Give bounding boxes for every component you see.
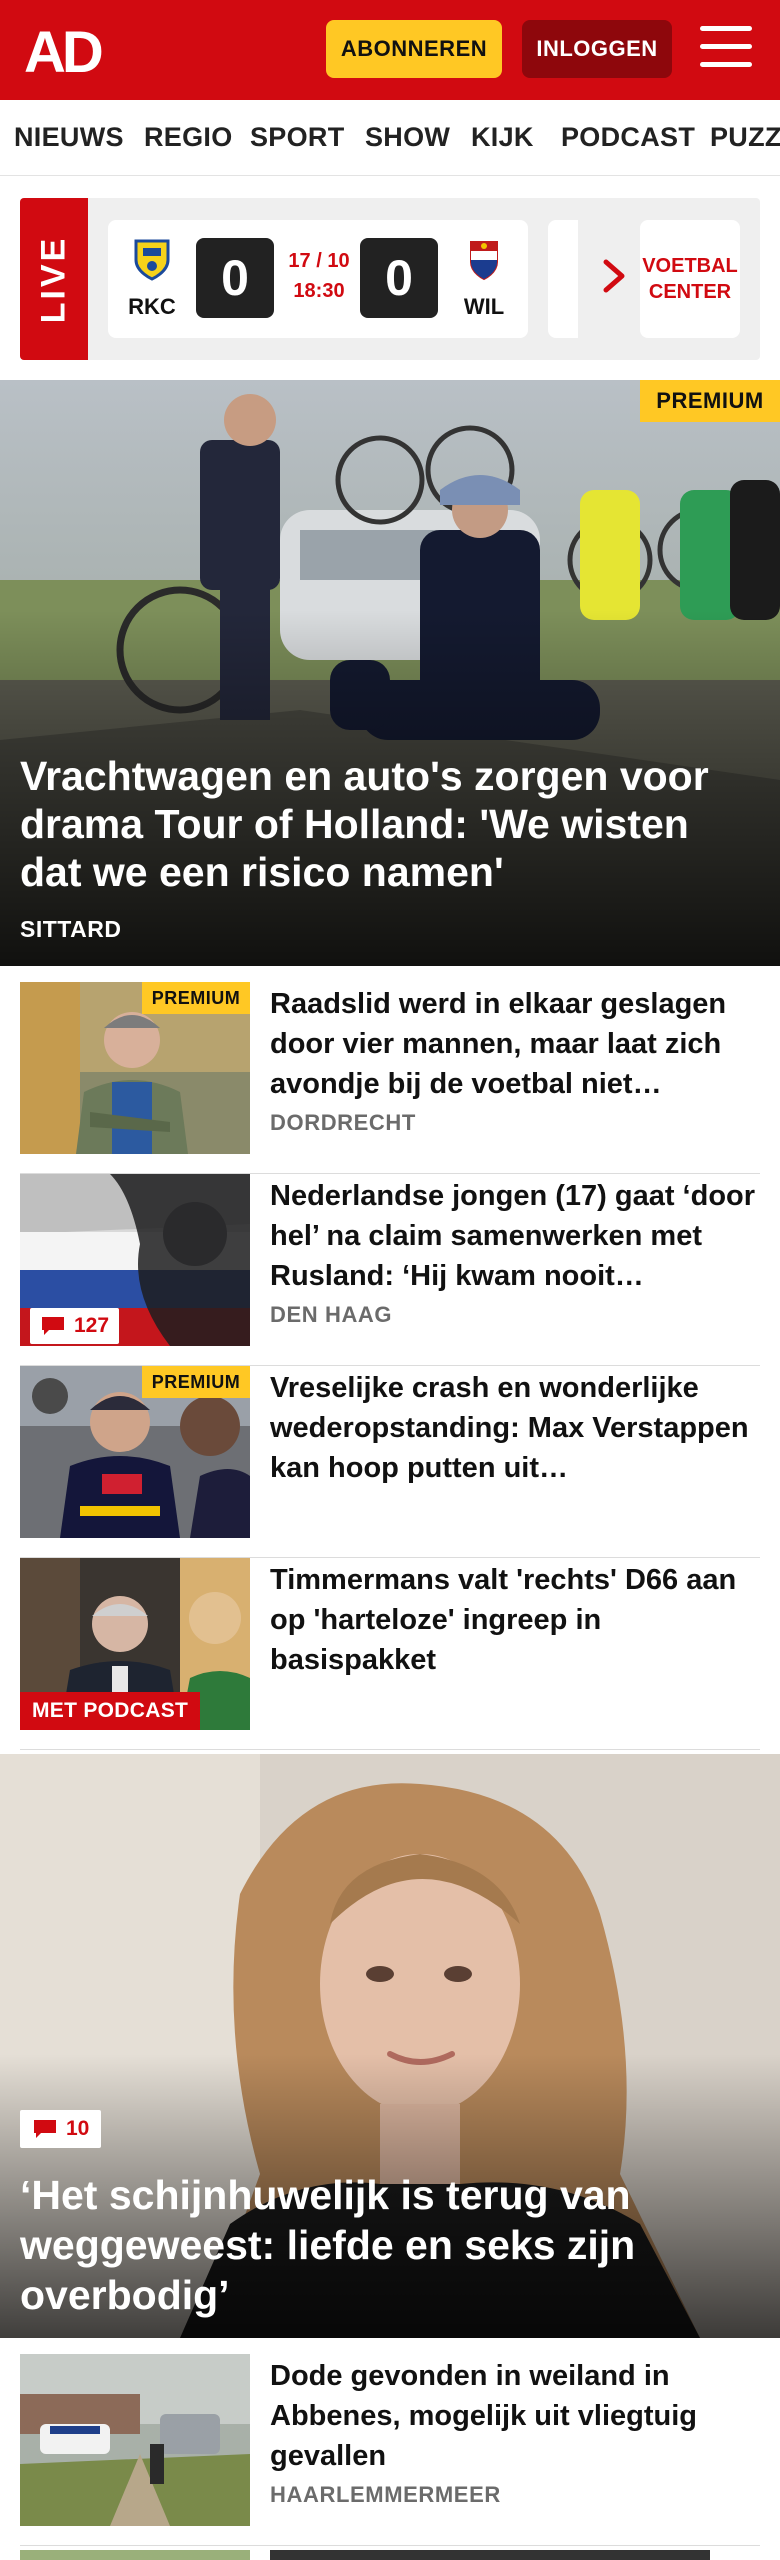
subscribe-button[interactable]: ABONNEREN	[326, 20, 502, 78]
nav-item-show[interactable]: SHOW	[365, 122, 450, 153]
article-location: HAARLEMMERMEER	[270, 2482, 501, 2507]
next-match-card[interactable]	[548, 220, 578, 338]
hero-article[interactable]: PREMIUM Vrachtwagen en auto's zorgen voo…	[0, 380, 780, 966]
main-nav: NIEUWS REGIO SPORT SHOW KIJK PODCAST PUZ…	[0, 100, 780, 176]
nav-item-regio[interactable]: REGIO	[144, 122, 233, 153]
chevron-right-icon[interactable]	[594, 256, 634, 296]
nav-item-sport[interactable]: SPORT	[250, 122, 345, 153]
match-date: 17 / 10	[288, 250, 350, 272]
hero-location: SITTARD	[20, 916, 122, 942]
article-title[interactable]: Vreselijke crash en wonderlijke wederops…	[270, 1368, 760, 1488]
login-button[interactable]: INLOGGEN	[522, 20, 672, 78]
comment-count-badge[interactable]: 10	[20, 2110, 102, 2148]
match-card[interactable]: RKC 0 17 / 10 18:30 0 WIL	[108, 220, 528, 338]
logo-text: AD	[24, 22, 102, 78]
nav-item-podcast[interactable]: PODCAST	[561, 122, 695, 153]
nav-item-nieuws[interactable]: NIEUWS	[14, 122, 124, 153]
list-item[interactable]: PREMIUM Raadslid werd in elkaar geslagen…	[20, 982, 760, 1174]
live-scores-strip: LIVE RKC 0 17 / 10 18:30 0 WIL VOETBAL C…	[20, 198, 760, 360]
article-title[interactable]: Raadslid werd in elkaar geslagen door vi…	[270, 984, 760, 1104]
home-team: RKC	[122, 238, 182, 320]
list-item[interactable]: PREMIUM Vreselijke crash en wonderlijke …	[20, 1366, 760, 1558]
article-title[interactable]: Nederlandse jongen (17) gaat ‘door hel’ …	[270, 1176, 760, 1296]
article-title[interactable]: Timmermans valt 'rechts' D66 aan op 'har…	[270, 1560, 760, 1680]
away-team: WIL	[454, 238, 514, 320]
article-location: DEN HAAG	[270, 1302, 393, 1327]
premium-badge: PREMIUM	[142, 1366, 250, 1398]
rkc-crest-icon	[134, 239, 170, 281]
willem-ii-crest-icon	[470, 241, 498, 281]
comment-count: 127	[74, 1314, 110, 1337]
nav-item-puzzel[interactable]: PUZZ	[710, 122, 780, 153]
comment-count-badge[interactable]: 127	[30, 1308, 120, 1344]
match-time: 18:30	[293, 280, 345, 302]
podcast-badge: MET PODCAST	[20, 1692, 201, 1730]
hamburger-icon[interactable]	[700, 26, 752, 72]
nav-item-kijk[interactable]: KIJK	[471, 122, 534, 153]
list-item[interactable]: 127 Nederlandse jongen (17) gaat ‘door h…	[20, 1174, 760, 1366]
home-team-name: RKC	[128, 294, 176, 319]
comment-count: 10	[66, 2117, 90, 2140]
list-item[interactable]: Dode gevonden in weiland in Abbenes, mog…	[20, 2354, 760, 2546]
article-location: DORDRECHT	[270, 1110, 416, 1135]
article-thumbnail	[20, 2354, 250, 2526]
featured-article[interactable]: 10 ‘Het schijnhuwelijk is terug van wegg…	[0, 1754, 780, 2338]
live-label: LIVE	[34, 235, 73, 323]
comment-icon	[42, 1317, 64, 1335]
home-score: 0	[196, 238, 274, 318]
premium-badge: PREMIUM	[142, 982, 250, 1014]
premium-badge: PREMIUM	[640, 380, 780, 422]
featured-title[interactable]: ‘Het schijnhuwelijk is terug van weggewe…	[20, 2170, 760, 2320]
voetbal-center-link[interactable]: VOETBAL CENTER	[640, 220, 740, 338]
away-team-name: WIL	[463, 294, 505, 319]
site-header: AD ABONNEREN INLOGGEN	[0, 0, 780, 100]
article-title[interactable]: Dode gevonden in weiland in Abbenes, mog…	[270, 2356, 760, 2476]
comment-icon	[34, 2120, 56, 2138]
live-tab[interactable]: LIVE	[20, 198, 88, 360]
match-datetime: 17 / 10 18:30	[284, 246, 354, 306]
hero-title[interactable]: Vrachtwagen en auto's zorgen voor drama …	[20, 752, 760, 896]
next-list-item-peek	[20, 2546, 760, 2560]
ad-logo[interactable]: AD	[24, 22, 120, 78]
away-score: 0	[360, 238, 438, 318]
list-item[interactable]: MET PODCAST Timmermans valt 'rechts' D66…	[20, 1558, 760, 1750]
